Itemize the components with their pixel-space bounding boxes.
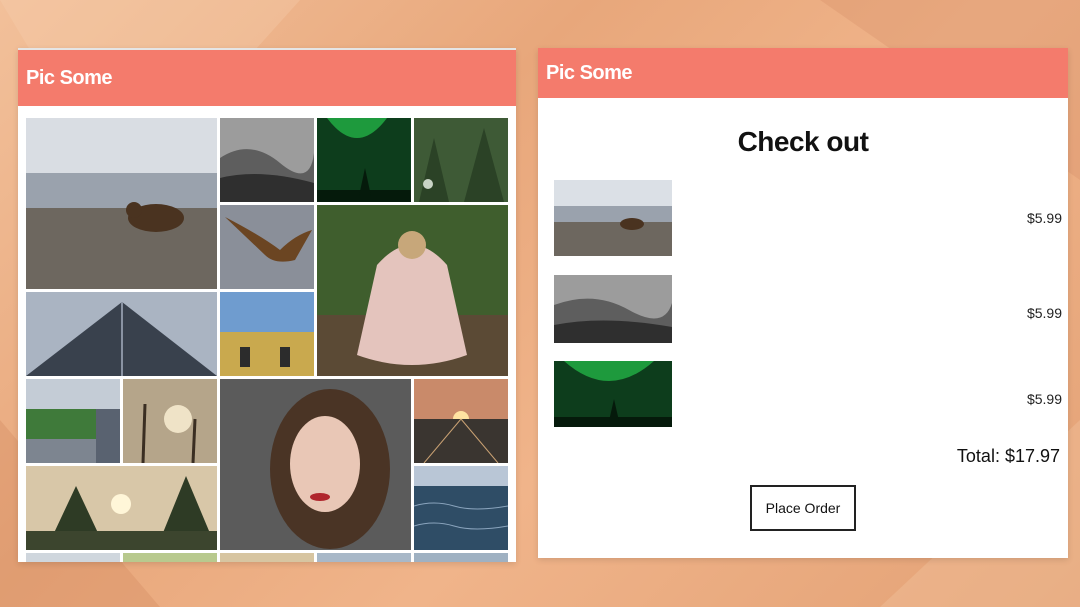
photo-tile[interactable] (220, 379, 411, 550)
photo-grid (26, 118, 509, 562)
item-price: $5.99 (1026, 391, 1062, 407)
order-total: Total: $17.97 (956, 446, 1060, 466)
aurora-photo-icon (317, 118, 411, 202)
photo-tile[interactable] (220, 205, 314, 289)
item-price: $5.99 (1026, 210, 1062, 226)
photo-tile[interactable] (317, 118, 411, 202)
woman-portrait-photo-icon (220, 379, 411, 550)
place-order-button[interactable]: Place Order (750, 485, 856, 531)
aurora-photo-icon (554, 361, 672, 427)
photo-tile[interactable] (414, 466, 508, 550)
brand-logo[interactable]: Pic Some (26, 67, 113, 90)
checkout-window: Pic Some Check out $5.99 $5.99 $5.99 Tot… (538, 48, 1068, 558)
ocean-photo-icon (414, 466, 508, 550)
photo-tile[interactable] (123, 379, 217, 463)
dead-trees-photo-icon (123, 379, 217, 463)
city-park-photo-icon (26, 379, 120, 463)
app-header: Pic Some (18, 50, 516, 106)
gallery-window: Pic Some (18, 48, 516, 562)
item-price: $5.99 (1026, 305, 1062, 321)
cart-item: $5.99 (554, 180, 1062, 256)
bear-photo-icon (554, 180, 672, 256)
cart-item: $5.99 (554, 361, 1062, 437)
photo-tile[interactable] (26, 379, 120, 463)
pug-blanket-photo-icon (317, 205, 508, 376)
mountain-sunset-photo-icon (26, 466, 217, 550)
photo-tile[interactable] (317, 205, 508, 376)
cart-thumbnail[interactable] (554, 275, 672, 343)
app-header: Pic Some (538, 48, 1068, 98)
photo-tile[interactable] (26, 553, 120, 562)
photo-tile[interactable] (414, 553, 508, 562)
cart-thumbnail[interactable] (554, 361, 672, 427)
photo-tile[interactable] (26, 466, 217, 550)
photo-tile[interactable] (414, 118, 508, 202)
page-title: Check out (737, 126, 869, 157)
sunset-rails-photo-icon (414, 379, 508, 463)
foggy-forest-photo-icon (554, 275, 672, 343)
brand-logo[interactable]: Pic Some (546, 62, 633, 85)
photo-tile[interactable] (26, 292, 217, 376)
photo-tile[interactable] (123, 553, 217, 562)
feet-field-photo-icon (220, 292, 314, 376)
photo-tile[interactable] (317, 553, 411, 562)
cart-thumbnail[interactable] (554, 180, 672, 256)
photo-tile[interactable] (414, 379, 508, 463)
photo-tile[interactable] (220, 553, 314, 562)
foggy-forest-photo-icon (220, 118, 314, 202)
skyscraper-photo-icon (26, 292, 217, 376)
cart-item: $5.99 (554, 275, 1062, 351)
eagle-photo-icon (220, 205, 314, 289)
green-forest-photo-icon (414, 118, 508, 202)
photo-tile[interactable] (220, 292, 314, 376)
photo-tile[interactable] (26, 118, 217, 289)
bear-photo-icon (26, 118, 217, 289)
photo-tile[interactable] (220, 118, 314, 202)
